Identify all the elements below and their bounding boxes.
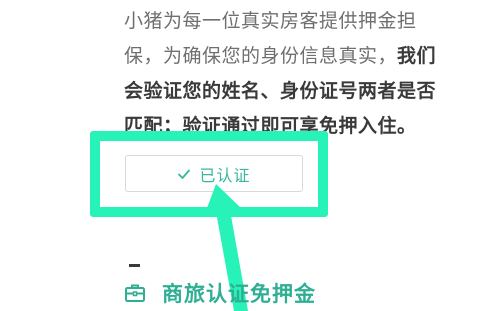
business-travel-deposit-link[interactable]: 商旅认证免押金: [124, 276, 316, 310]
business-travel-label: 商旅认证免押金: [162, 282, 316, 306]
description-lead: 小猪为每一位真实房客提供押金担保，为确保您的身份信息真实，: [124, 10, 417, 67]
deposit-description: 小猪为每一位真实房客提供押金担保，为确保您的身份信息真实，我们会验证您的姓名、身…: [124, 4, 454, 144]
highlight-box-annotation: [90, 131, 328, 217]
briefcase-icon: [125, 284, 145, 302]
section-divider-dash: [129, 264, 140, 267]
screen: 小猪为每一位真实房客提供押金担保，为确保您的身份信息真实，我们会验证您的姓名、身…: [0, 0, 493, 311]
